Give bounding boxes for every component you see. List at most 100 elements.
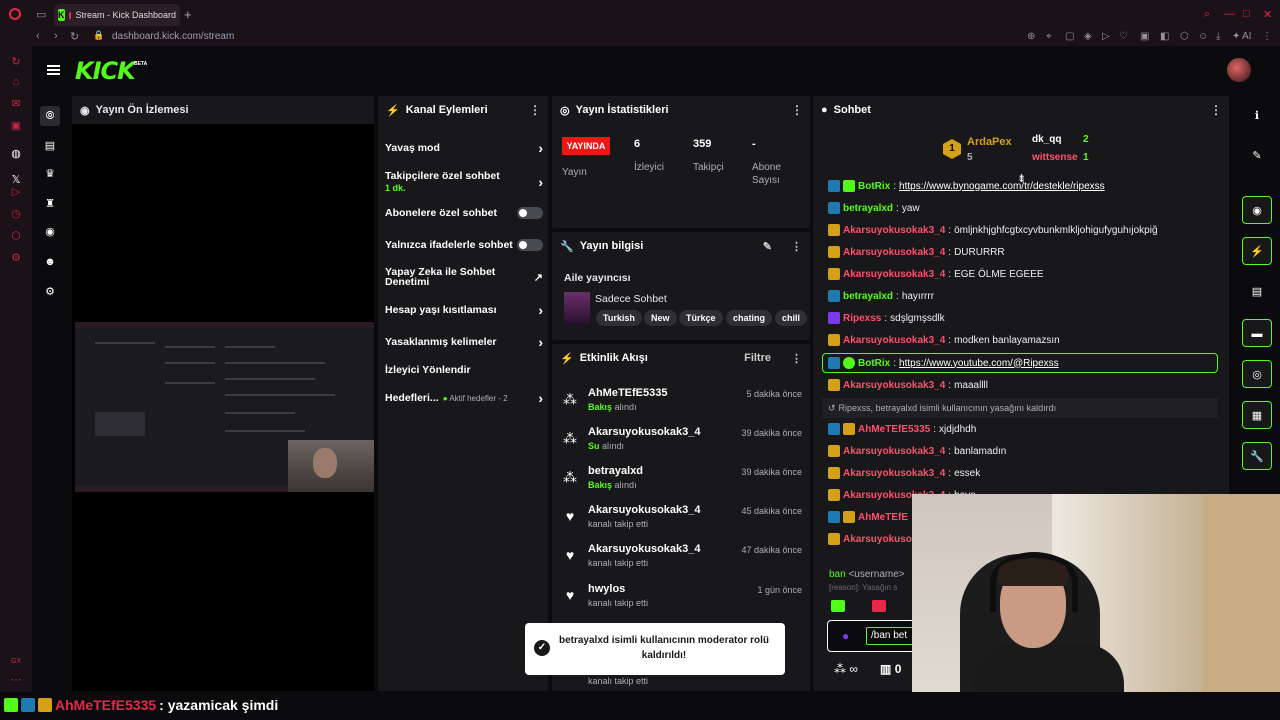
sidebar-more-icon[interactable]: ⋯ [10, 674, 22, 686]
stream-nav-icon[interactable]: ⦾ [40, 106, 60, 126]
category-name[interactable]: Sadece Sohbet [595, 293, 667, 305]
chat-message: betrayalxd: yaw [828, 198, 1216, 218]
chat-link[interactable]: https://www.youtube.com/@Ripexss [899, 358, 1059, 369]
lightning-icon[interactable]: ⚡ [1242, 237, 1272, 265]
chat-tool-icon[interactable]: ▬ [1242, 319, 1272, 347]
ai-moderation-item[interactable]: Yapay Zeka ile Sohbet Denetimi ↗ [385, 267, 543, 288]
preview-icon: ◉ [80, 104, 90, 117]
avatar[interactable] [1227, 58, 1251, 82]
url-field[interactable]: dashboard.kick.com/stream [112, 31, 234, 42]
new-tab-icon[interactable]: + [184, 7, 192, 22]
tab-list-icon[interactable]: ▭ [36, 8, 46, 21]
community-nav-icon[interactable]: ♜ [40, 194, 60, 214]
forward-icon[interactable]: › [54, 30, 58, 42]
leader-name[interactable]: dk_qq [1032, 134, 1061, 145]
chat-message: Akarsuyokusokak3_4: modken banlayamazsın [828, 330, 1216, 350]
aria-icon[interactable]: ✦ [1232, 31, 1240, 42]
tag[interactable]: New [644, 310, 677, 326]
sidebar-shop-icon[interactable]: ⌂ [10, 76, 22, 88]
maximize-icon[interactable]: □ [1243, 8, 1250, 20]
search-tabs-icon[interactable]: ⌕ [1204, 8, 1210, 21]
ai-label[interactable]: AI [1242, 31, 1251, 42]
banned-words-item[interactable]: Yasaklanmış kelimeler › [385, 334, 543, 350]
stream-video[interactable] [75, 322, 374, 492]
goals-item[interactable]: Hedefleri... ● Aktif hedefler - 2 › [385, 390, 543, 406]
twitch-icon[interactable]: ▣ [1140, 31, 1149, 42]
sidebar-player-icon[interactable]: ▷ [10, 186, 22, 198]
emotes-only-toggle[interactable] [517, 239, 543, 251]
wrench-tool-icon[interactable]: 🔧 [1242, 442, 1272, 470]
more-options-icon[interactable]: ⋮ [791, 352, 802, 365]
tag[interactable]: Turkish [596, 310, 642, 326]
puzzle-icon[interactable]: ⬡ [1180, 31, 1189, 42]
analytics-nav-icon[interactable]: ▤ [40, 136, 60, 156]
leader-name[interactable]: wittsense [1032, 152, 1078, 163]
layout-tool-icon[interactable]: ▦ [1242, 401, 1272, 429]
back-icon[interactable]: ‹ [36, 30, 40, 42]
sidebar-x-icon[interactable] [10, 152, 22, 164]
info-icon[interactable]: ℹ [1242, 102, 1272, 130]
category-thumbnail[interactable] [564, 292, 590, 324]
emote-icon[interactable] [831, 600, 845, 612]
extensions-icon[interactable]: ◧ [1160, 31, 1169, 42]
emote-icon[interactable] [872, 600, 886, 612]
download-icon[interactable]: ⤓ [1216, 31, 1220, 42]
chevron-right-icon: › [538, 390, 543, 406]
chat-input[interactable]: ● /ban bet [827, 620, 916, 652]
command-suggestion[interactable]: ban <username> [reason]: Yasağın s [823, 566, 915, 596]
chat-input-text[interactable]: /ban bet [866, 627, 916, 645]
wallet-icon[interactable]: ◈ [1084, 31, 1092, 42]
followers-only-item[interactable]: Takipçilere özel sohbet 1 dk. › [385, 170, 543, 194]
kick-logo[interactable]: KICK [75, 57, 136, 85]
tag[interactable]: chating [726, 310, 773, 326]
viewer-redirect-item[interactable]: İzleyici Yönlendir [385, 364, 543, 376]
notes-icon[interactable]: ▤ [1242, 278, 1272, 306]
close-icon[interactable]: ✕ [1263, 8, 1272, 21]
play-icon[interactable]: ▷ [1102, 31, 1110, 42]
tab-title: Stream - Kick Dashboard [75, 10, 176, 20]
slow-mode-item[interactable]: Yavaş mod › [385, 140, 543, 156]
trophy-nav-icon[interactable]: ♛ [40, 164, 60, 184]
account-age-item[interactable]: Hesap yaşı kısıtlaması › [385, 302, 543, 318]
sidebar-clock-icon[interactable]: ◷ [10, 208, 22, 220]
edit-icon[interactable]: ✎ [763, 240, 772, 253]
heart-icon: ♥ [565, 508, 575, 524]
list-item: ⁂ betrayalxd 39 dakika önce Bakış alındı [563, 465, 802, 490]
lightning-icon: ⚡ [386, 104, 400, 117]
filter-button[interactable]: Filtre [744, 352, 771, 364]
more-options-icon[interactable]: ⋮ [791, 103, 803, 117]
tag[interactable]: chill [775, 310, 808, 326]
snapshot-icon[interactable]: ▢ [1065, 31, 1074, 42]
sidebar-twitch-icon[interactable]: ▣ [10, 120, 22, 132]
menu-icon[interactable]: ⋮ [1262, 31, 1272, 42]
mod-tools-icon[interactable]: ◉ [1242, 196, 1272, 224]
more-options-icon[interactable]: ⋮ [1210, 103, 1222, 117]
leader-name[interactable]: ArdaPex [967, 136, 1012, 148]
users-nav-icon[interactable]: ☻ [40, 252, 60, 272]
edit-icon[interactable]: ✎ [1242, 142, 1272, 170]
opera-logo-icon[interactable] [9, 8, 21, 20]
profile-icon[interactable]: ☺ [1198, 31, 1208, 42]
sidebar-gx-icon[interactable]: GX [10, 656, 22, 668]
more-options-icon[interactable]: ⋮ [791, 240, 802, 253]
moderation-nav-icon[interactable]: ◉ [40, 222, 60, 242]
hamburger-menu-icon[interactable] [47, 65, 60, 75]
zoom-icon[interactable]: ⊕ [1027, 31, 1035, 42]
browser-tab[interactable]: K Stream - Kick Dashboard [54, 4, 180, 26]
stream-info-header: 🔧 Yayın bilgisi ✎ ⋮ [552, 232, 810, 260]
more-options-icon[interactable]: ⋮ [529, 103, 541, 117]
infinity-points-icon[interactable]: ⁂ ∞ [834, 662, 858, 676]
heart-icon[interactable]: ♡ [1119, 31, 1128, 42]
sidebar-history-icon[interactable]: ↻ [10, 56, 22, 68]
minimize-icon[interactable]: — [1224, 8, 1235, 20]
broadcast-tool-icon[interactable]: ◎ [1242, 360, 1272, 388]
pin-icon[interactable]: ⌖ [1046, 31, 1052, 42]
sidebar-messenger-icon[interactable]: ✉ [10, 98, 22, 110]
subscribers-only-toggle[interactable] [517, 207, 543, 219]
sidebar-x-logo-icon[interactable]: 𝕏 [10, 174, 22, 186]
sidebar-box-icon[interactable]: ⬡ [10, 230, 22, 242]
tag[interactable]: Türkçe [679, 310, 723, 326]
sidebar-settings-icon[interactable]: ⚙ [10, 252, 22, 264]
settings-nav-icon[interactable]: ⚙ [40, 282, 60, 302]
reload-icon[interactable]: ↻ [70, 30, 79, 43]
